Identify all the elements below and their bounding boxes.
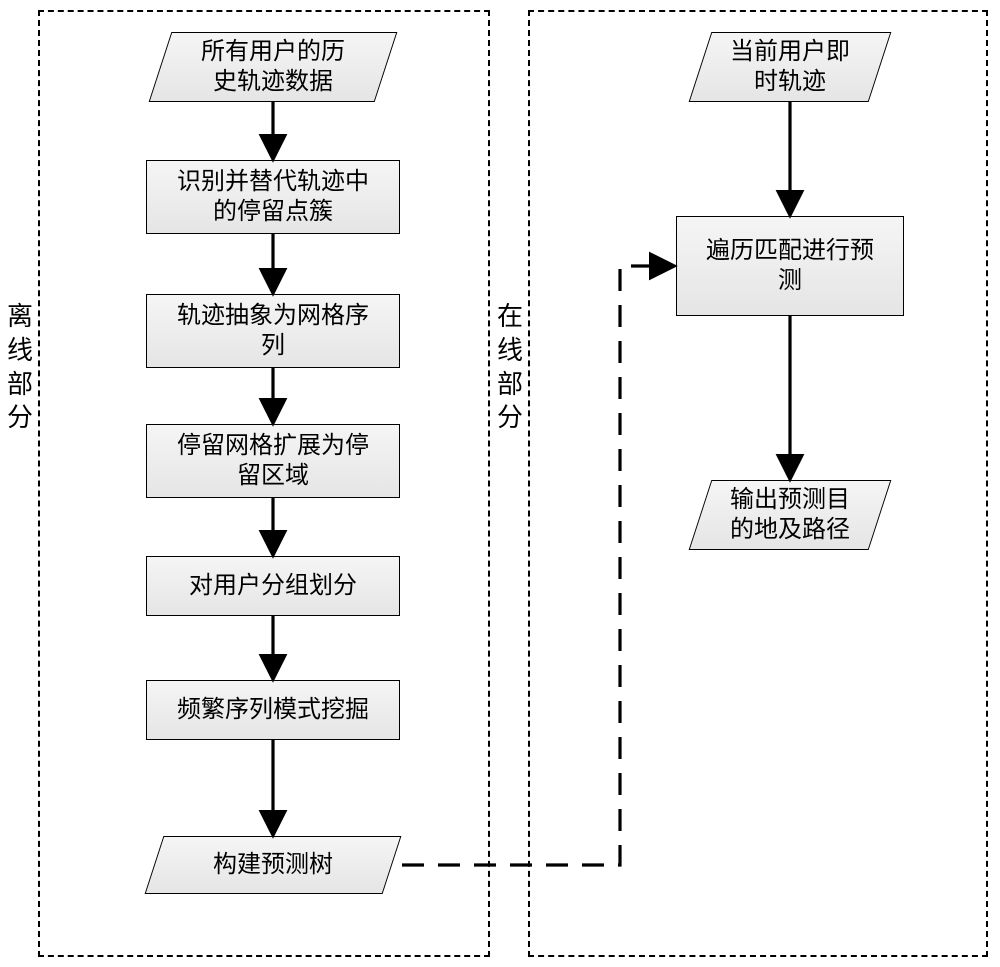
online-label: 在线部分 — [496, 300, 524, 435]
step-traverse-match-predict-text: 遍历匹配进行预测 — [706, 236, 874, 296]
step-frequent-pattern-mining: 频繁序列模式挖掘 — [146, 680, 400, 740]
step-expand-stay-region-text: 停留网格扩展为停留区域 — [177, 431, 369, 491]
io-build-prediction-tree-text: 构建预测树 — [154, 836, 392, 894]
io-current-user-trace: 当前用户即时轨迹 — [700, 32, 880, 102]
io-all-user-history: 所有用户的历史轨迹数据 — [160, 32, 386, 102]
step-expand-stay-region: 停留网格扩展为停留区域 — [146, 424, 400, 498]
step-group-users-text: 对用户分组划分 — [189, 571, 357, 601]
io-output-prediction-text: 输出预测目的地及路径 — [700, 480, 880, 550]
io-build-prediction-tree: 构建预测树 — [154, 836, 392, 894]
flowchart-canvas: 离线部分 在线部分 所有用户的历史轨迹数据 识别并替代轨迹中的停留点簇 轨迹抽象… — [0, 0, 1000, 967]
step-identify-stay-clusters-text: 识别并替代轨迹中的停留点簇 — [177, 167, 369, 227]
step-traverse-match-predict: 遍历匹配进行预测 — [676, 216, 904, 316]
offline-label: 离线部分 — [6, 300, 34, 435]
io-current-user-trace-text: 当前用户即时轨迹 — [700, 32, 880, 102]
io-all-user-history-text: 所有用户的历史轨迹数据 — [160, 32, 386, 102]
io-output-prediction: 输出预测目的地及路径 — [700, 480, 880, 550]
step-abstract-grid-seq-text: 轨迹抽象为网格序列 — [177, 301, 369, 361]
step-abstract-grid-seq: 轨迹抽象为网格序列 — [146, 294, 400, 368]
step-frequent-pattern-mining-text: 频繁序列模式挖掘 — [177, 695, 369, 725]
step-group-users: 对用户分组划分 — [146, 556, 400, 616]
step-identify-stay-clusters: 识别并替代轨迹中的停留点簇 — [146, 160, 400, 234]
